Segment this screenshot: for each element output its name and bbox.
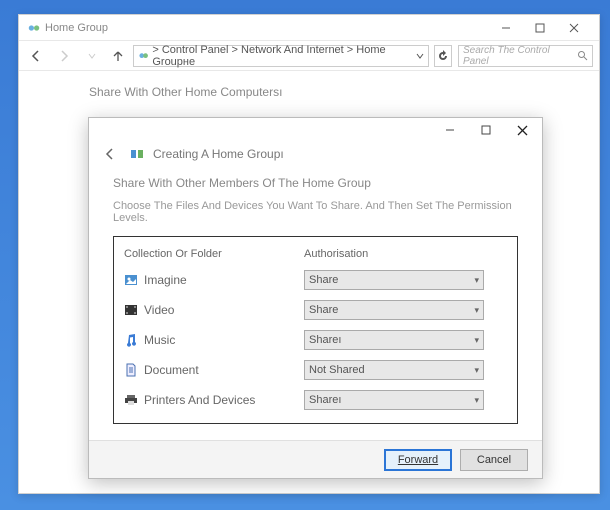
dialog-footer: Forward Cancel (89, 440, 542, 478)
pictures-icon (124, 273, 138, 287)
row-label: Document (144, 363, 199, 377)
dialog-close-button[interactable] (508, 120, 536, 140)
chevron-down-icon: ▾ (474, 275, 479, 286)
table-row: Printers And Devices Shareı▾ (124, 385, 507, 415)
search-input[interactable]: Search The Control Panel (458, 45, 593, 67)
dialog-minimize-button[interactable] (436, 120, 464, 140)
dialog-description: Choose The Files And Devices You Want To… (113, 200, 518, 224)
nav-forward-button[interactable] (53, 45, 75, 67)
music-icon (124, 333, 138, 347)
row-label: Music (144, 333, 175, 347)
table-row: Music Shareı▾ (124, 325, 507, 355)
header-auth: Authorisation (304, 248, 507, 260)
nav-bar: > Control Panel > Network And Internet >… (19, 41, 599, 71)
chevron-down-icon: ▾ (474, 395, 479, 406)
video-icon (124, 303, 138, 317)
dialog-titlebar (89, 118, 542, 142)
forward-button[interactable]: Forward (384, 449, 452, 471)
chevron-down-icon: ▾ (474, 305, 479, 316)
refresh-button[interactable] (434, 45, 452, 67)
header-folder: Collection Or Folder (124, 248, 304, 260)
cancel-button[interactable]: Cancel (460, 449, 528, 471)
dialog-body: Share With Other Members Of The Home Gro… (89, 172, 542, 428)
table-header: Collection Or Folder Authorisation (124, 243, 507, 265)
breadcrumb-icon (138, 50, 149, 62)
homegroup-icon (27, 21, 41, 35)
auth-select-printers[interactable]: Shareı▾ (304, 390, 484, 410)
create-homegroup-dialog: Creating A Home Groupı Share With Other … (88, 117, 543, 479)
table-row: Imagine Share▾ (124, 265, 507, 295)
printer-icon (124, 393, 138, 407)
minimize-button[interactable] (489, 16, 523, 40)
row-label: Imagine (144, 273, 187, 287)
chevron-down-icon: ▾ (474, 335, 479, 346)
breadcrumb[interactable]: > Control Panel > Network And Internet >… (133, 45, 429, 67)
maximize-button[interactable] (523, 16, 557, 40)
page-heading: Share With Other Home Computersı (89, 85, 579, 99)
breadcrumb-text: > Control Panel > Network And Internet >… (152, 44, 416, 68)
auth-select-video[interactable]: Share▾ (304, 300, 484, 320)
dialog-subtitle: Share With Other Members Of The Home Gro… (113, 176, 518, 190)
search-icon (577, 50, 588, 61)
title-bar: Home Group (19, 15, 599, 41)
document-icon (124, 363, 138, 377)
row-label: Video (144, 303, 174, 317)
window-title: Home Group (45, 22, 489, 34)
table-row: Document Not Shared▾ (124, 355, 507, 385)
auth-select-music[interactable]: Shareı▾ (304, 330, 484, 350)
row-label: Printers And Devices (144, 393, 255, 407)
auth-select-pictures[interactable]: Share▾ (304, 270, 484, 290)
nav-back-button[interactable] (25, 45, 47, 67)
homegroup-icon (129, 146, 145, 162)
dialog-maximize-button[interactable] (472, 120, 500, 140)
outer-body: Share With Other Home Computersı (19, 71, 599, 109)
table-row: Video Share▾ (124, 295, 507, 325)
auth-select-document[interactable]: Not Shared▾ (304, 360, 484, 380)
chevron-down-icon: ▾ (474, 365, 479, 376)
dialog-back-button[interactable] (103, 147, 121, 161)
permissions-table: Collection Or Folder Authorisation Imagi… (113, 236, 518, 424)
close-button[interactable] (557, 16, 591, 40)
chevron-down-icon[interactable] (416, 52, 424, 60)
dialog-title: Creating A Home Groupı (153, 147, 284, 161)
search-placeholder: Search The Control Panel (463, 45, 577, 67)
window-controls (489, 16, 591, 40)
nav-up-button[interactable] (109, 49, 127, 63)
nav-recent-dropdown[interactable] (81, 45, 103, 67)
dialog-header: Creating A Home Groupı (89, 142, 542, 172)
